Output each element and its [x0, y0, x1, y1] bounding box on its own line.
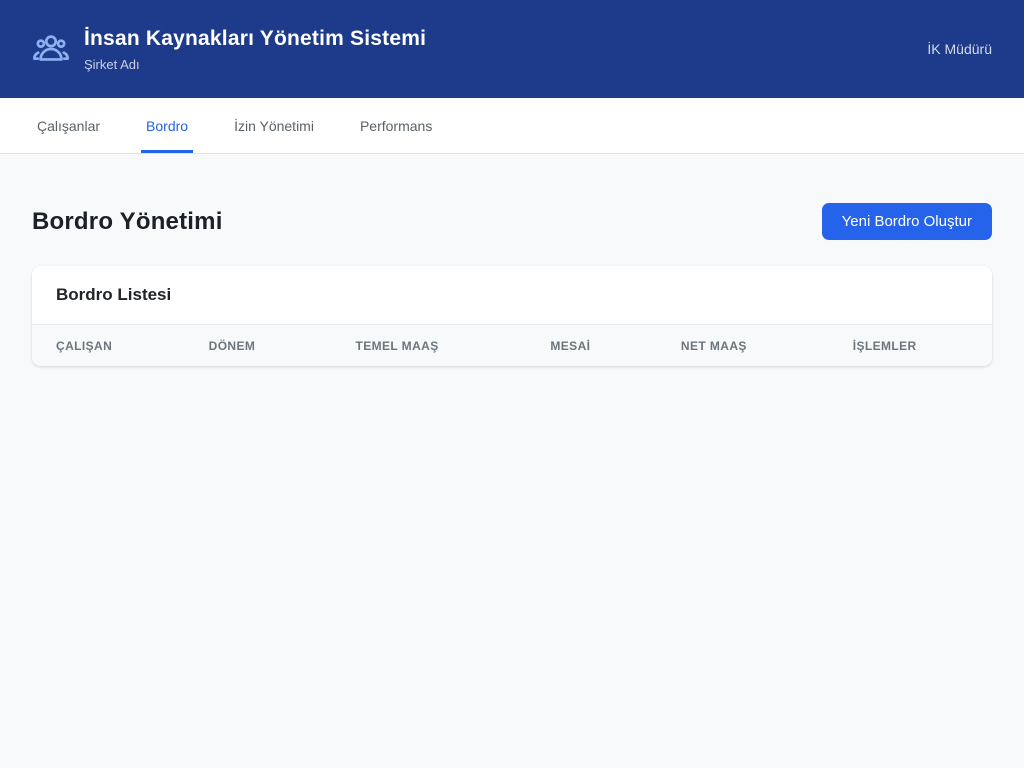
table-header-row: ÇALIŞAN DÖNEM TEMEL MAAŞ MESAİ NET MAAŞ …: [32, 325, 992, 366]
page-title: Bordro Yönetimi: [32, 207, 223, 235]
column-calisan: ÇALIŞAN: [32, 325, 209, 366]
app-header: İnsan Kaynakları Yönetim Sistemi Şirket …: [0, 0, 1024, 98]
tab-performans[interactable]: Performans: [355, 98, 437, 153]
payroll-list-card: Bordro Listesi ÇALIŞAN DÖNEM TEMEL MAAŞ …: [32, 266, 992, 366]
brand: İnsan Kaynakları Yönetim Sistemi Şirket …: [32, 26, 426, 72]
app-title: İnsan Kaynakları Yönetim Sistemi: [84, 27, 427, 51]
column-mesai: MESAİ: [550, 325, 681, 366]
page-header: Bordro Yönetimi Yeni Bordro Oluştur: [32, 203, 992, 240]
main-content: Bordro Yönetimi Yeni Bordro Oluştur Bord…: [0, 154, 1024, 398]
card-title: Bordro Listesi: [32, 266, 992, 325]
payroll-table-header: ÇALIŞAN DÖNEM TEMEL MAAŞ MESAİ NET MAAŞ …: [32, 325, 992, 366]
user-role-label: İK Müdürü: [927, 41, 992, 57]
new-payroll-button[interactable]: Yeni Bordro Oluştur: [821, 203, 992, 240]
payroll-table: ÇALIŞAN DÖNEM TEMEL MAAŞ MESAİ NET MAAŞ …: [32, 325, 992, 366]
tab-izin-yonetimi[interactable]: İzin Yönetimi: [229, 98, 319, 153]
column-net-maas: NET MAAŞ: [680, 325, 853, 366]
column-temel-maas: TEMEL MAAŞ: [355, 325, 551, 366]
tab-bordro[interactable]: Bordro: [141, 98, 194, 153]
tab-calisanlar[interactable]: Çalışanlar: [32, 98, 105, 153]
company-name: Şirket Adı: [84, 56, 140, 72]
people-group-icon: [32, 30, 70, 68]
column-islemler: İŞLEMLER: [852, 325, 992, 366]
brand-text: İnsan Kaynakları Yönetim Sistemi Şirket …: [84, 26, 426, 71]
main-nav: Çalışanlar Bordro İzin Yönetimi Performa…: [0, 98, 1024, 154]
column-donem: DÖNEM: [208, 325, 356, 366]
